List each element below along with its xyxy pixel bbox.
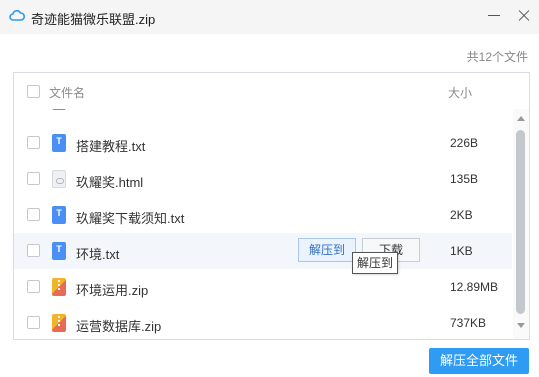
list-item[interactable]: 环境运用.zip 12.89MB	[14, 269, 512, 305]
list-item-hovered[interactable]: 环境.txt 解压到 下载 1KB	[14, 233, 512, 269]
scroll-up-arrow-icon[interactable]	[517, 116, 525, 121]
list-item[interactable]	[14, 109, 512, 119]
minimize-icon[interactable]	[480, 2, 508, 30]
extract-to-button[interactable]: 解压到	[298, 238, 356, 262]
zip-file-icon	[52, 278, 66, 296]
list-item[interactable]: 运营数据库.zip 737KB	[14, 305, 512, 339]
file-size: 226B	[450, 136, 479, 150]
file-list: 搭建教程.txt 226B 玖耀奖.html 135B 玖耀奖下载须知.txt …	[14, 109, 512, 339]
file-size: 135B	[450, 172, 479, 186]
file-name: 玖耀奖下载须知.txt	[76, 211, 185, 226]
row-checkbox[interactable]	[27, 280, 40, 293]
select-all-checkbox[interactable]	[27, 85, 40, 98]
row-checkbox[interactable]	[27, 208, 40, 221]
list-item[interactable]: 玖耀奖下载须知.txt 2KB	[14, 197, 512, 233]
zip-file-icon	[52, 314, 66, 332]
list-header: 文件名 大小	[14, 73, 529, 109]
txt-file-icon	[52, 134, 66, 152]
file-name: 环境.txt	[76, 247, 120, 262]
scroll-down-arrow-icon[interactable]	[517, 323, 525, 328]
close-icon[interactable]	[510, 2, 538, 30]
file-name: 运营数据库.zip	[76, 319, 162, 334]
title-bar: 奇迹能猫微乐联盟.zip	[0, 0, 539, 34]
file-size: 2KB	[450, 208, 473, 222]
zip-file-icon	[52, 109, 66, 110]
txt-file-icon	[52, 206, 66, 224]
row-checkbox[interactable]	[27, 316, 40, 329]
file-size: 12.89MB	[450, 280, 499, 294]
file-count: 共12个文件	[466, 50, 528, 64]
file-size: 1KB	[450, 244, 473, 258]
list-item[interactable]: 搭建教程.txt 226B	[14, 125, 512, 161]
column-header-size[interactable]: 大小	[448, 84, 472, 101]
cloud-icon	[9, 10, 25, 21]
row-checkbox[interactable]	[27, 244, 40, 257]
tooltip: 解压到	[352, 252, 398, 274]
file-name: 玖耀奖.html	[76, 175, 144, 190]
window-title: 奇迹能猫微乐联盟.zip	[31, 12, 156, 27]
file-size: 737KB	[450, 316, 487, 330]
row-checkbox[interactable]	[27, 136, 40, 149]
html-file-icon	[52, 170, 66, 188]
file-list-panel: 文件名 大小 搭建教程.txt 226B 玖耀奖.html 135B 玖耀奖下载…	[13, 72, 530, 340]
column-header-name[interactable]: 文件名	[49, 84, 85, 101]
extract-all-button[interactable]: 解压全部文件	[429, 348, 529, 374]
row-checkbox[interactable]	[27, 172, 40, 185]
scrollbar-thumb[interactable]	[516, 130, 525, 314]
list-item[interactable]: 玖耀奖.html 135B	[14, 161, 512, 197]
file-name: 环境运用.zip	[76, 283, 149, 298]
file-name: 搭建教程.txt	[76, 139, 146, 154]
txt-file-icon	[52, 242, 66, 260]
